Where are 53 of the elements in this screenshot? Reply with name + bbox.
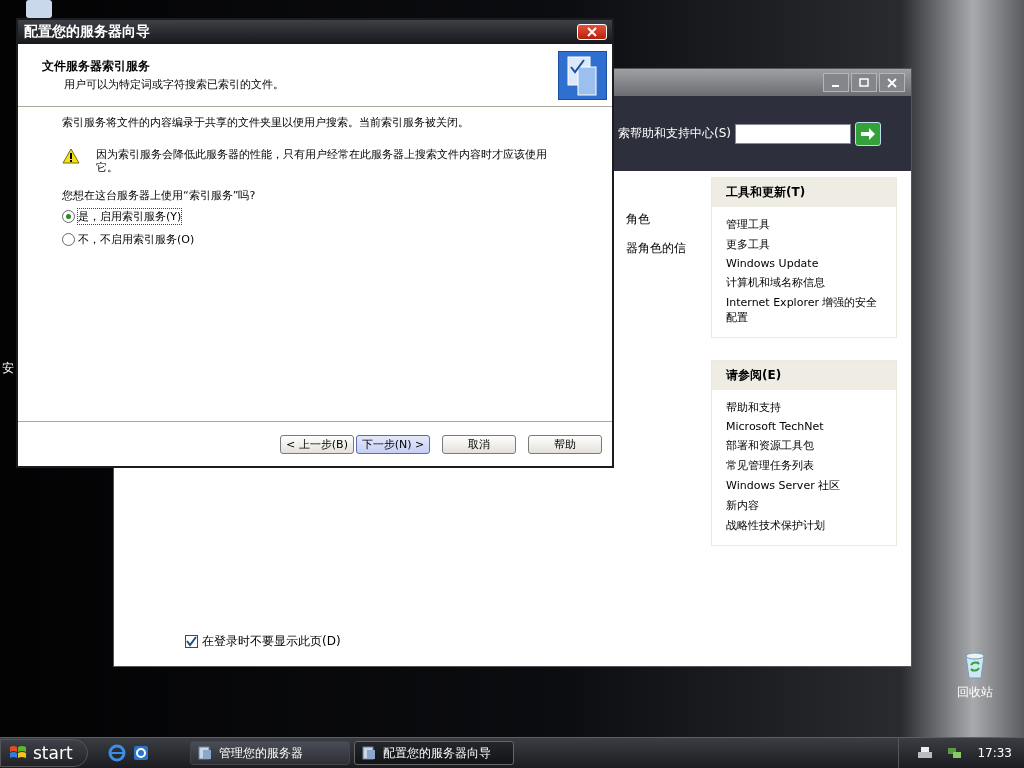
arrow-right-icon [860, 126, 876, 141]
printer-icon[interactable] [917, 746, 934, 760]
panel-link[interactable]: Windows Update [726, 257, 882, 270]
taskbar-button[interactable]: 管理您的服务器 [190, 741, 350, 765]
radio-label[interactable]: 是，启用索引服务(Y) [77, 208, 183, 225]
minimize-icon[interactable] [823, 73, 849, 92]
desktop-icon-label: 安 [2, 360, 14, 377]
clock: 17:33 [977, 746, 1012, 760]
warning-icon [62, 148, 80, 164]
window-app-icon [361, 745, 377, 761]
go-button[interactable] [855, 121, 881, 146]
panel-link[interactable]: 计算机和域名称信息 [726, 275, 882, 290]
description-text: 索引服务将文件的内容编录于共享的文件夹里以便用户搜索。当前索引服务被关闭。 [62, 115, 470, 130]
dialog-button[interactable]: 下一步(N) > [356, 434, 430, 454]
link-text[interactable]: 器角色的信 [626, 240, 711, 257]
panel-link[interactable]: 更多工具 [726, 237, 882, 252]
close-icon[interactable] [879, 73, 905, 92]
radio-label[interactable]: 不，不启用索引服务(O) [77, 231, 196, 248]
panel-link[interactable]: 新内容 [726, 498, 882, 513]
window-app-icon [197, 745, 213, 761]
page-subheading: 用户可以为特定词或字符搜索已索引的文件。 [63, 77, 284, 92]
warning-text: 因为索引服务会降低此服务器的性能，只有用户经常在此服务器上搜索文件内容时才应该使用它。 [96, 148, 548, 174]
start-button[interactable]: start [0, 739, 88, 767]
network-icon[interactable] [947, 746, 964, 760]
browser-icon[interactable] [108, 744, 126, 762]
panel-title: 工具和更新(T) [712, 178, 896, 207]
search-field[interactable] [735, 123, 851, 144]
checkbox[interactable] [185, 635, 198, 648]
panel-link[interactable]: Windows Server 社区 [726, 478, 882, 493]
app-icon[interactable] [132, 744, 150, 762]
dialog-button[interactable]: 帮助 [528, 434, 602, 454]
dialog-button[interactable]: < 上一步(B) [280, 434, 354, 454]
maximize-icon[interactable] [851, 73, 877, 92]
panel-link[interactable]: Internet Explorer 增强的安全配置 [726, 295, 882, 325]
panel-link[interactable]: 常见管理任务列表 [726, 458, 882, 473]
window-title: 配置您的服务器向导 [24, 23, 150, 41]
panel-link[interactable]: 部署和资源工具包 [726, 438, 882, 453]
panel-link[interactable]: 管理工具 [726, 217, 882, 232]
panel-link[interactable]: 帮助和支持 [726, 400, 882, 415]
windows-flag-icon [9, 745, 27, 761]
checkbox-label[interactable]: 在登录时不要显示此页(D) [202, 633, 341, 650]
taskbar-button[interactable]: 配置您的服务器向导 [354, 741, 514, 765]
close-button[interactable] [577, 24, 607, 40]
question-text: 您想在这台服务器上使用“索引服务”吗? [62, 188, 257, 203]
panel-link[interactable]: Microsoft TechNet [726, 420, 882, 433]
dialog-button[interactable]: 取消 [442, 434, 516, 454]
search-label: 索帮助和支持中心(S) [618, 125, 731, 142]
document-check-icon [558, 50, 607, 100]
panel-link[interactable]: 战略性技术保护计划 [726, 518, 882, 533]
link-text[interactable]: 角色 [626, 211, 711, 228]
page-heading: 文件服务器索引服务 [42, 58, 151, 75]
panel-title: 请参阅(E) [712, 361, 896, 390]
close-icon [587, 27, 597, 37]
